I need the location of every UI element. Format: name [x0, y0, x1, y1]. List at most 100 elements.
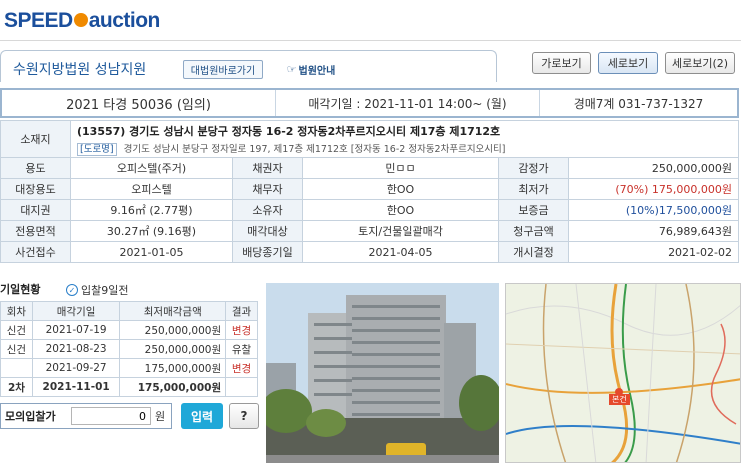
info-row: 사건접수 2021-01-05 배당종기일 2021-04-05 개시결정 2021-02…: [0, 241, 739, 263]
court-name: 수원지방법원 성남지원: [13, 62, 147, 78]
history-header: 최저매각금액: [119, 301, 227, 321]
info-value: (70%) 175,000,000원: [568, 178, 739, 200]
location-map[interactable]: 본건: [505, 283, 741, 463]
history-round: 2차: [0, 377, 33, 397]
map-image: [506, 284, 740, 462]
history-min-price: 250,000,000원: [119, 339, 227, 359]
history-result: 유찰: [225, 339, 258, 359]
address-label: 소재지: [0, 120, 71, 158]
info-value: 2021-04-05: [302, 241, 499, 263]
history-min-price: 250,000,000원: [119, 320, 227, 340]
history-title: 기일현황: [0, 283, 41, 296]
bid-countdown: ✓ 입찰9일전: [66, 282, 128, 298]
history-min-price: 175,000,000원: [119, 358, 227, 378]
address-cell: (13557) 경기도 성남시 분당구 정자동 16-2 정자동2차푸르지오시티…: [70, 120, 739, 158]
info-row: 용도 오피스텔(주거) 채권자 민ㅁㅁ 감정가 250,000,000원: [0, 157, 739, 179]
history-row: 2021-09-27 175,000,000원 변경: [0, 358, 258, 378]
header-divider: [0, 40, 741, 41]
road-address: [도로명] 경기도 성남시 분당구 정자일로 197, 제17층 제1712호 …: [77, 141, 732, 156]
vertical-view-button[interactable]: 세로보기: [598, 52, 658, 74]
info-label: 채무자: [232, 178, 303, 200]
property-info-table: 소재지 (13557) 경기도 성남시 분당구 정자동 16-2 정자동2차푸르…: [0, 120, 739, 263]
history-header: 매각기일: [31, 301, 121, 321]
vertical-view-label: 세로보기: [607, 57, 649, 70]
info-value: 오피스텔: [70, 178, 233, 200]
court-info-label: 법원안내: [298, 66, 336, 77]
logo-circle-icon: [73, 13, 88, 27]
building-image: [266, 283, 499, 463]
vertical-view2-button[interactable]: 세로보기(2): [665, 52, 735, 74]
check-circle-icon: ✓: [66, 284, 78, 296]
road-address-tag[interactable]: [도로명]: [77, 143, 117, 156]
history-row: 2차 2021-11-01 175,000,000원: [0, 377, 258, 397]
mock-bid-box: 모의입찰가 원: [0, 403, 172, 429]
address-text: (13557) 경기도 성남시 분당구 정자동 16-2 정자동2차푸르지오시티…: [77, 125, 501, 138]
court-link-label: 대법원바로가기: [190, 66, 256, 77]
sale-date: 매각기일 : 2021-11-01 14:00~ (월): [276, 90, 540, 116]
history-row: 신건 2021-08-23 250,000,000원 유찰: [0, 339, 258, 359]
info-label: 배당종기일: [232, 241, 303, 263]
mock-bid-input[interactable]: [71, 407, 151, 425]
info-value: 250,000,000원: [568, 157, 739, 179]
help-button[interactable]: ?: [229, 403, 259, 429]
history-date: 2021-11-01: [31, 377, 121, 397]
history-result: 변경: [225, 358, 258, 378]
info-value: (10%)17,500,000원: [568, 199, 739, 221]
court-department: 경매7계 031-737-1327: [573, 96, 704, 111]
info-value: 한OO: [302, 178, 499, 200]
info-label: 용도: [0, 157, 71, 179]
bid-history-table: 회차 매각기일 최저매각금액 결과 신건 2021-07-19 250,000,00…: [0, 301, 258, 397]
info-label: 청구금액: [498, 220, 569, 242]
info-value: 9.16㎡ (2.77평): [70, 199, 233, 221]
history-round: 신건: [0, 339, 33, 359]
info-label: 매각대상: [232, 220, 303, 242]
history-header-row: 회차 매각기일 최저매각금액 결과: [0, 301, 258, 321]
history-row: 신건 2021-07-19 250,000,000원 변경: [0, 320, 258, 340]
info-label: 대지권: [0, 199, 71, 221]
history-result: [225, 377, 258, 397]
info-value: 2021-02-02: [568, 241, 739, 263]
history-header: 회차: [0, 301, 33, 321]
history-date: 2021-08-23: [31, 339, 121, 359]
info-value: 한OO: [302, 199, 499, 221]
mock-bid-unit: 원: [155, 410, 166, 423]
history-round: [0, 358, 33, 378]
address-row: 소재지 (13557) 경기도 성남시 분당구 정자동 16-2 정자동2차푸르…: [0, 120, 739, 158]
info-row: 대지권 9.16㎡ (2.77평) 소유자 한OO 보증금 (10%)17,500,000…: [0, 199, 739, 221]
info-label: 개시결정: [498, 241, 569, 263]
horizontal-view-label: 가로보기: [541, 57, 582, 70]
info-value: 76,989,643원: [568, 220, 739, 242]
history-header: 결과: [225, 301, 258, 321]
logo-auction-text: auction: [88, 9, 161, 32]
info-value: 30.27㎡ (9.16평): [70, 220, 233, 242]
history-min-price: 175,000,000원: [119, 377, 227, 397]
info-value: 오피스텔(주거): [70, 157, 233, 179]
info-label: 보증금: [498, 199, 569, 221]
info-label: 전용면적: [0, 220, 71, 242]
pointing-hand-icon: ☞: [286, 63, 297, 76]
property-photo[interactable]: [266, 283, 499, 463]
case-number: 2021 타경 50036 (임의): [2, 90, 276, 116]
info-value: 민ㅁㅁ: [302, 157, 499, 179]
road-address-text: 경기도 성남시 분당구 정자일로 197, 제17층 제1712호 [정자동 1…: [123, 144, 506, 155]
bid-countdown-label: 입찰9일전: [81, 284, 129, 297]
info-value: 2021-01-05: [70, 241, 233, 263]
horizontal-view-button[interactable]: 가로보기: [532, 52, 591, 74]
history-result: 변경: [225, 320, 258, 340]
history-round: 신건: [0, 320, 33, 340]
info-label: 최저가: [498, 178, 569, 200]
info-label: 소유자: [232, 199, 303, 221]
info-row: 대장용도 오피스텔 채무자 한OO 최저가 (70%) 175,000,000원: [0, 178, 739, 200]
history-date: 2021-09-27: [31, 358, 121, 378]
info-value: 토지/건물일괄매각: [302, 220, 499, 242]
case-summary-row: 2021 타경 50036 (임의) 매각기일 : 2021-11-01 14:…: [0, 88, 739, 118]
history-date: 2021-07-19: [31, 320, 121, 340]
court-link-button[interactable]: 대법원바로가기: [183, 60, 263, 79]
mock-bid-label: 모의입찰가: [5, 410, 56, 423]
mock-bid-submit-button[interactable]: 입력: [181, 403, 223, 429]
site-logo[interactable]: SPEED auction: [4, 6, 160, 36]
court-header: 수원지방법원 성남지원 대법원바로가기 ☞ 법원안내: [0, 50, 497, 82]
logo-speed-text: SPEED: [4, 9, 73, 32]
map-marker-label: 본건: [609, 394, 630, 405]
court-info-button[interactable]: ☞ 법원안내: [277, 60, 345, 79]
